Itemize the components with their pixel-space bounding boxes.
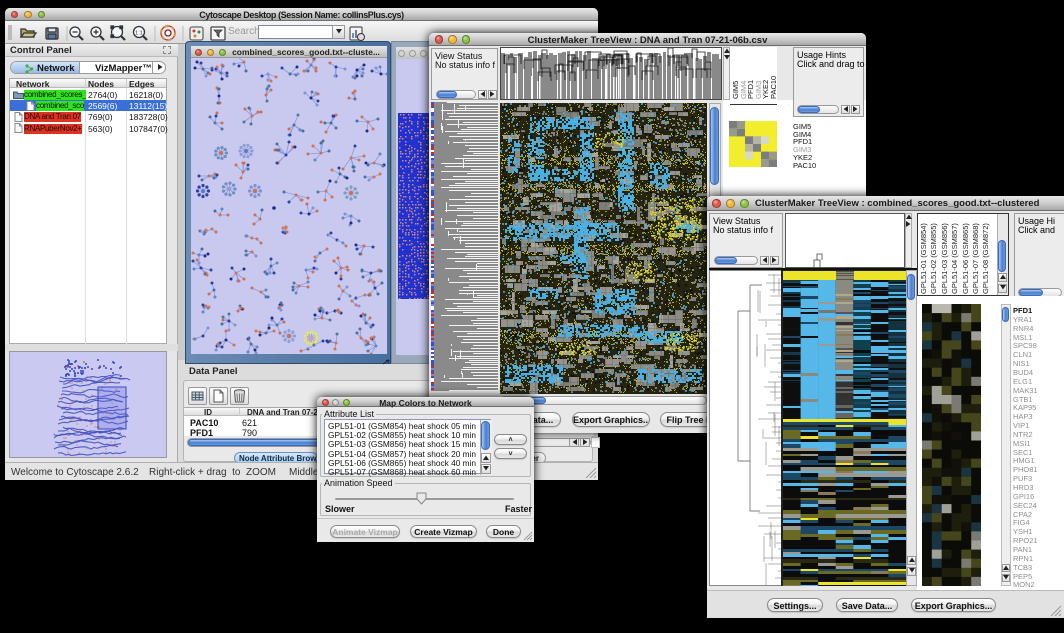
svg-text:1:1: 1:1: [135, 31, 143, 37]
